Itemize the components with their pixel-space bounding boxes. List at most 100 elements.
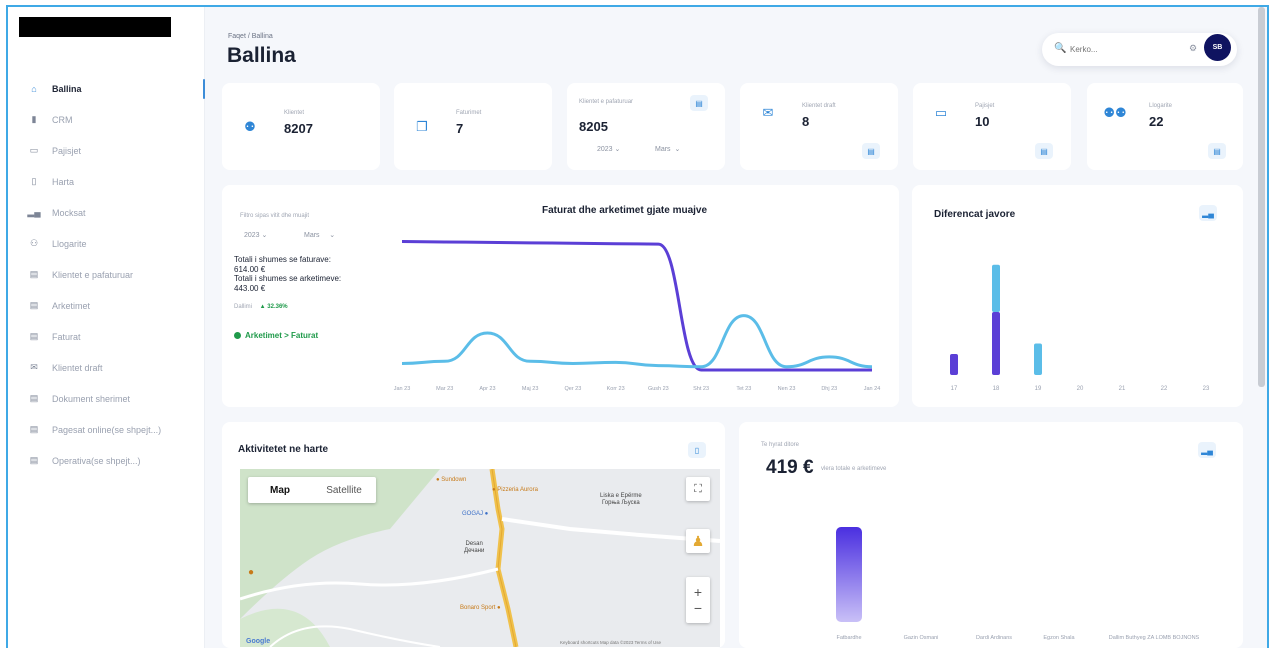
sidebar-item-label: Pagesat online(se shpejt...) (52, 424, 162, 435)
x-tick-label: 23 (1203, 386, 1210, 392)
stat-card-clients[interactable]: ⚉ Klientet 8207 (222, 83, 380, 170)
scrollbar[interactable] (1258, 7, 1265, 387)
sidebar-item-arketimet[interactable]: ▤ Arketimet (8, 290, 205, 321)
page-title: Ballina (227, 44, 296, 67)
series-line-1 (401, 314, 873, 369)
documents-icon: ❐ (416, 119, 428, 134)
search-input[interactable] (1070, 41, 1180, 57)
envelope-icon: ✉ (30, 362, 38, 372)
map-icon[interactable]: ▯ (688, 442, 706, 458)
x-tick-label: Gush 23 (648, 386, 669, 392)
list-icon[interactable]: ▤ (690, 95, 708, 111)
avatar[interactable]: SB (1204, 34, 1231, 61)
sidebar-item-pagesat-online-se-shpejt[interactable]: ▤ Pagesat online(se shpejt...) (8, 414, 205, 445)
sidebar-item-klientet-e-pafaturuar[interactable]: ▤ Klientet e pafaturuar (8, 259, 205, 290)
logo-redacted (19, 17, 171, 37)
x-tick-label: Sht 23 (693, 386, 709, 392)
settings-gear-icon[interactable]: ⚙ (1189, 43, 1197, 54)
stat-label: Pajisjet (975, 103, 995, 109)
envelope-icon: ✉ (762, 105, 774, 120)
series-line-0 (401, 240, 872, 372)
app-window: ⌂ Ballina ▮ CRM ▭ Pajisjet ▯ Harta ▂▄ Mocksat ⚇ Llo… (6, 5, 1269, 648)
zoom-in-icon[interactable]: + (694, 584, 702, 600)
x-tick-label: Nen 23 (778, 386, 796, 392)
year-select[interactable]: 2023 ⌄ (244, 231, 267, 239)
sidebar-item-pajisjet[interactable]: ▭ Pajisjet (8, 135, 205, 166)
chart-title: Diferencat javore (934, 209, 1016, 220)
sidebar-item-label: Pajisjet (52, 145, 82, 156)
satellite-tab[interactable]: Satellite (312, 477, 376, 503)
weekly-bar-chart: 17 18 19 20 21 22 23 (950, 264, 1210, 392)
daily-income-card: Te hyrat ditore ▂▄ Fatbardhe Gazin Osmani… (739, 422, 1243, 648)
sidebar-item-label: Harta (52, 176, 75, 187)
sidebar-item-dokument-sherimet[interactable]: ▤ Dokument sherimet (8, 383, 205, 414)
sidebar-item-faturat[interactable]: ▤ Faturat (8, 321, 205, 352)
stat-value: 8 (802, 114, 810, 129)
x-tick-label: Tet 23 (736, 386, 751, 392)
users-icon: ⚉ (244, 119, 256, 134)
year-select[interactable]: 2023 ⌄ (597, 145, 620, 153)
map-pin-icon[interactable]: ● (248, 568, 254, 578)
map-type-tabs: Map Satellite (248, 477, 376, 503)
map-place-bonaro[interactable]: Bonaro Sport ● (460, 605, 501, 612)
list-icon[interactable]: ▤ (862, 143, 880, 159)
sidebar-item-label: Klientet draft (52, 362, 103, 373)
fullscreen-icon[interactable]: ⛶ (686, 477, 710, 501)
map-place-pizzeria[interactable]: ● Pizzeria Aurora (492, 487, 538, 494)
map-place-gogaj[interactable]: GOGAJ ● (462, 511, 488, 518)
x-tick-label: Dardi Ardinans (976, 635, 1012, 641)
stat-value: 10 (975, 114, 990, 129)
stat-card-draft-clients[interactable]: ✉ Klientet draft 8 ▤ (740, 83, 898, 170)
crm-icon: ▮ (31, 114, 37, 124)
income-sub-label: vlera totale e arketimeve (821, 466, 887, 472)
zoom-controls: + − (686, 577, 710, 623)
sidebar-item-llogarite[interactable]: ⚇ Llogarite (8, 228, 205, 259)
sidebar-item-label: Ballina (52, 83, 82, 94)
list-icon: ▤ (29, 269, 39, 279)
bar-chart-icon[interactable]: ▂▄ (1199, 205, 1217, 221)
x-tick-label: Jan 23 (394, 386, 411, 392)
sidebar-item-mocksat[interactable]: ▂▄ Mocksat (8, 197, 205, 228)
google-logo: Google (246, 638, 271, 645)
stat-label: Klientet e pafaturuar (579, 99, 634, 105)
sidebar-item-klientet-draft[interactable]: ✉ Klientet draft (8, 352, 205, 383)
stat-label: Faturimet (456, 110, 482, 116)
bar-chart-icon[interactable]: ▂▄ (1198, 442, 1216, 458)
stat-card-uninvoiced[interactable]: Klientet e pafaturuar 8205 ▤ 2023 ⌄ Mars… (567, 83, 725, 170)
invoices-receipts-card: Filtro sipas vitit dhe muajit 2023 ⌄ Mar… (222, 185, 899, 407)
list-icon[interactable]: ▤ (1035, 143, 1053, 159)
x-tick-label: 21 (1119, 386, 1126, 392)
home-icon: ⌂ (31, 83, 37, 94)
map-view[interactable]: Map Satellite ⛶ ♟ + − ● Sundown ● Pizzer… (240, 469, 720, 647)
sidebar-item-operativa-se-shpejt[interactable]: ▤ Operativa(se shpejt...) (8, 445, 205, 476)
stat-value: 8207 (284, 121, 313, 136)
map-footer-links[interactable]: Keyboard shortcuts Map data ©2023 Terms … (560, 640, 661, 645)
x-tick-label: Maj 23 (522, 386, 539, 392)
list-icon: ▤ (29, 424, 39, 434)
sidebar-item-crm[interactable]: ▮ CRM (8, 104, 205, 135)
map-place-liska[interactable]: Liska e Epërme Горња Љуска (600, 493, 642, 507)
stat-card-invoices[interactable]: ❐ Faturimet 7 (394, 83, 552, 170)
zoom-out-icon[interactable]: − (694, 600, 702, 616)
map-place-sundown[interactable]: ● Sundown (436, 477, 466, 484)
stat-card-accounts[interactable]: ⚉⚉ Llogarite 22 ▤ (1087, 83, 1243, 170)
sidebar-item-ballina[interactable]: ⌂ Ballina (8, 73, 205, 104)
x-tick-label: Jan 24 (864, 386, 881, 392)
stat-label: Llogarite (1149, 103, 1173, 109)
weekly-diff-card: Diferencat javore ▂▄ 17 18 19 20 21 22 23 (912, 185, 1243, 407)
month-select[interactable]: Mars ⌄ (655, 145, 680, 153)
map-place-desan[interactable]: Desan Дечани (464, 541, 484, 555)
weekly-bar (992, 312, 1000, 375)
stat-value: 8205 (579, 119, 608, 134)
stat-card-devices[interactable]: ▭ Pajisjet 10 ▤ (913, 83, 1071, 170)
x-tick-label: 22 (1161, 386, 1168, 392)
sidebar-item-harta[interactable]: ▯ Harta (8, 166, 205, 197)
chart-title: Faturat dhe arketimet gjate muajve (542, 205, 708, 216)
month-select[interactable]: Mars ⌄ (304, 231, 335, 239)
map-tab[interactable]: Map (248, 477, 312, 503)
income-label: Te hyrat ditore (761, 442, 800, 448)
list-icon[interactable]: ▤ (1208, 143, 1226, 159)
search-icon: 🔍 (1054, 43, 1067, 54)
street-view-icon[interactable]: ♟ (686, 529, 710, 553)
x-tick-label: Apr 23 (479, 386, 495, 392)
